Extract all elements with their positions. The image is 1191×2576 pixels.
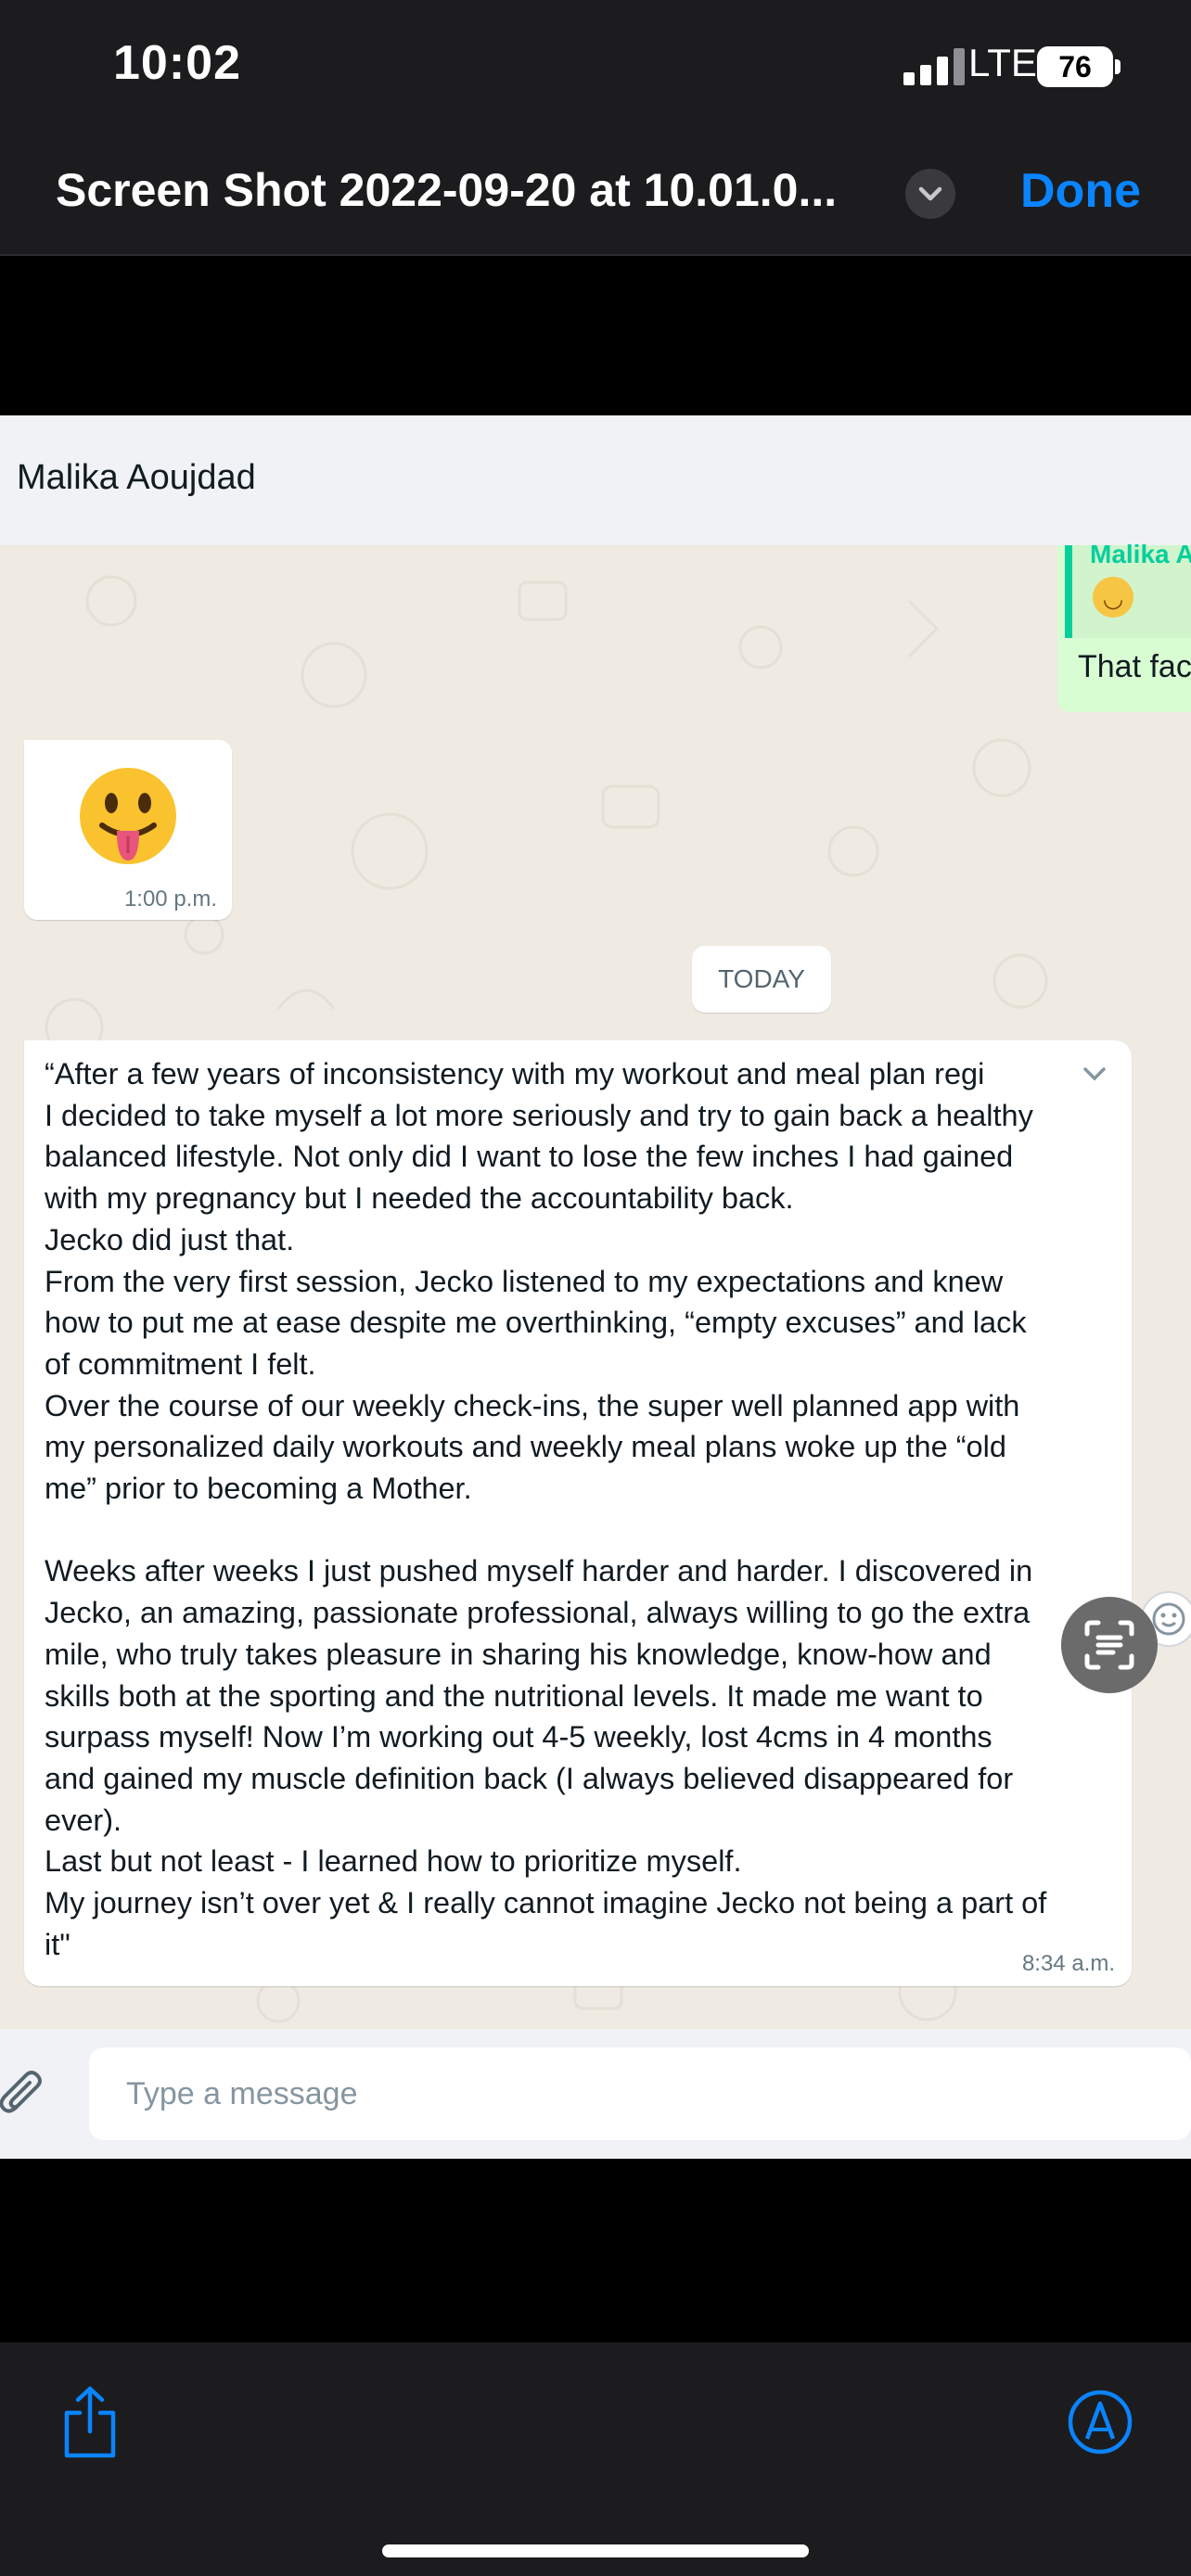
attachment-paperclip-icon[interactable] xyxy=(0,2070,48,2122)
outgoing-message-text: That fac xyxy=(1078,649,1191,684)
message-time: 8:34 a.m. xyxy=(1021,1951,1115,1976)
message-input[interactable] xyxy=(89,2047,1191,2140)
done-button[interactable]: Done xyxy=(1020,163,1141,219)
contact-name[interactable]: Malika Aoujdad xyxy=(17,458,256,498)
bottom-toolbar xyxy=(0,2342,1191,2576)
preview-margin-top xyxy=(0,256,1191,415)
chat-area: Malika A ◡ That fac 1:00 p.m. TODAY “Aft… xyxy=(0,540,1191,2029)
message-text: “After a few years of inconsistency with… xyxy=(45,1057,1047,1961)
battery-cap-icon xyxy=(1115,59,1121,74)
whatsapp-screenshot: Malika Aoujdad Malika A ◡ That fac 1:00 … xyxy=(0,415,1191,2159)
incoming-emoji-message[interactable]: 1:00 p.m. xyxy=(24,740,232,920)
quicklook-header: Screen Shot 2022-09-20 at 10.01.0... Don… xyxy=(0,130,1191,256)
face-with-tongue-emoji-icon xyxy=(80,768,176,864)
share-icon[interactable] xyxy=(58,2385,122,2459)
quoted-author: Malika A xyxy=(1090,540,1191,568)
home-indicator[interactable] xyxy=(382,2544,809,2557)
chevron-down-icon xyxy=(918,186,942,201)
chat-header: Malika Aoujdad xyxy=(0,415,1191,545)
status-time: 10:02 xyxy=(113,36,241,90)
compose-bar xyxy=(0,2029,1191,2159)
upside-down-face-emoji-icon: ◡ xyxy=(1093,577,1133,618)
message-options-chevron-icon[interactable] xyxy=(1076,1061,1113,1089)
markup-pen-icon[interactable] xyxy=(1067,2389,1133,2455)
incoming-text-message[interactable]: “After a few years of inconsistency with… xyxy=(24,1040,1132,1986)
network-type: LTE xyxy=(968,41,1037,84)
document-title[interactable]: Screen Shot 2022-09-20 at 10.01.0... xyxy=(56,163,872,217)
message-time: 1:00 p.m. xyxy=(123,886,217,912)
date-divider: TODAY xyxy=(692,946,831,1013)
live-text-scan-icon xyxy=(1084,1620,1134,1670)
preview-margin-bottom xyxy=(0,2159,1191,2342)
battery-indicator: 76 xyxy=(1037,46,1113,87)
title-menu-button[interactable] xyxy=(905,169,955,219)
live-text-button[interactable] xyxy=(1061,1597,1158,1693)
cellular-signal-icon xyxy=(903,48,965,85)
status-bar: 10:02 LTE 76 xyxy=(0,0,1191,130)
